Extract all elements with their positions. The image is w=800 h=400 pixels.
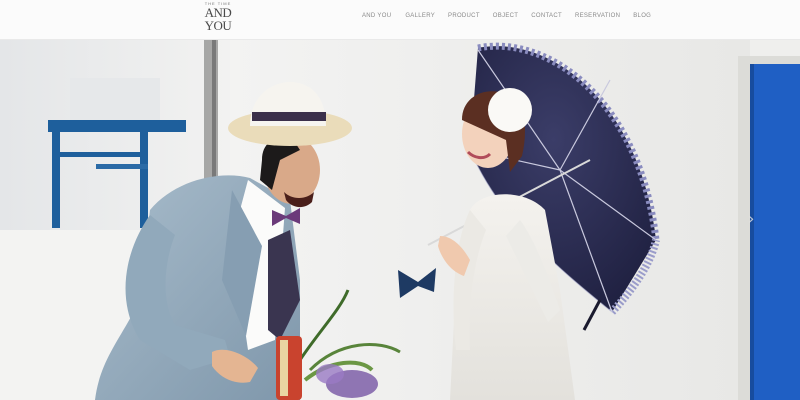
nav-blog[interactable]: BLOG [633, 12, 651, 20]
nav-and-you[interactable]: AND YOU [362, 12, 391, 20]
logo-line-2: YOU [204, 18, 232, 33]
nav-contact[interactable]: CONTACT [531, 12, 562, 20]
site-header: THE TIME AND YOU AND YOU GALLERY PRODUCT… [0, 0, 800, 40]
nav-reservation[interactable]: RESERVATION [575, 12, 620, 20]
main-nav: AND YOU GALLERY PRODUCT OBJECT CONTACT R… [362, 12, 664, 20]
nav-object[interactable]: OBJECT [493, 12, 518, 20]
nav-product[interactable]: PRODUCT [448, 12, 480, 20]
page: THE TIME AND YOU AND YOU GALLERY PRODUCT… [0, 0, 800, 400]
site-logo[interactable]: THE TIME AND YOU [200, 1, 236, 37]
hero-photo [0, 40, 800, 400]
nav-gallery[interactable]: GALLERY [405, 12, 435, 20]
slider-next-chevron-icon[interactable]: › [748, 210, 758, 228]
hero-slider: › [0, 40, 800, 400]
blue-door [738, 56, 800, 400]
